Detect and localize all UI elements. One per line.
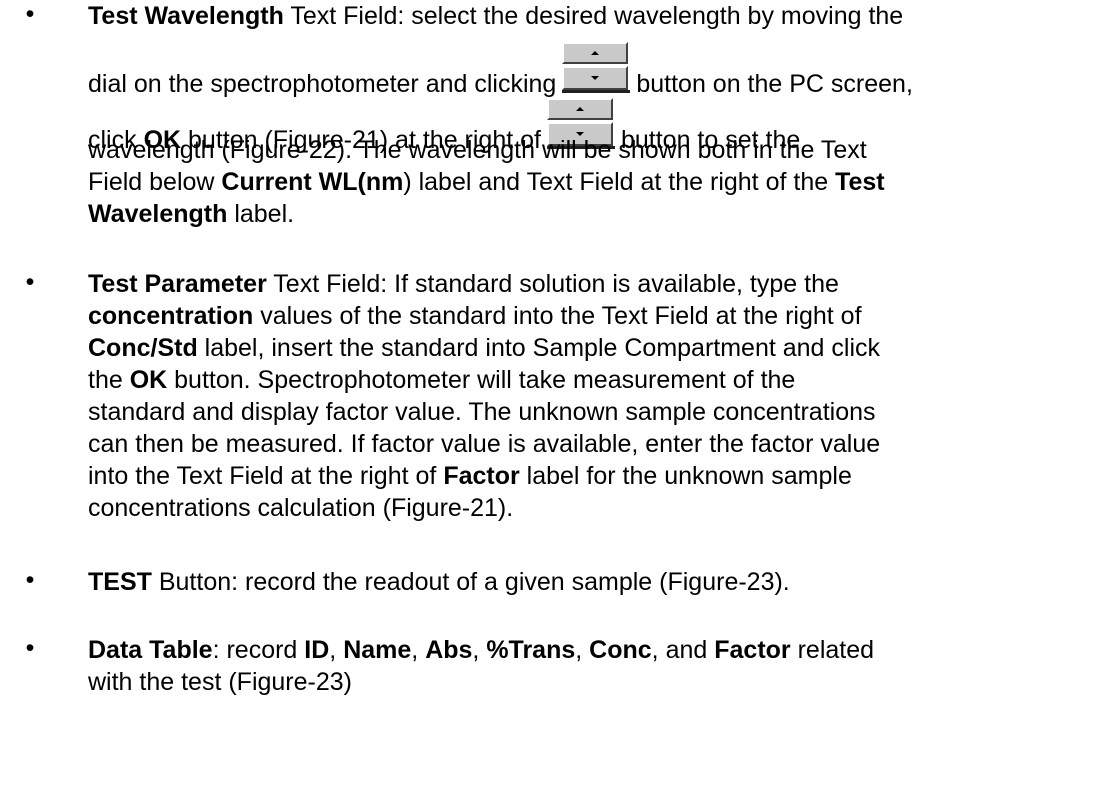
text-line: can then be measured. If factor value is…: [88, 428, 880, 460]
text-run: the: [88, 366, 130, 394]
text-run: related: [790, 636, 875, 664]
bullet: •: [25, 268, 35, 296]
text-run: label, insert the standard into Sample C…: [197, 334, 881, 362]
text-run: ,: [329, 636, 344, 664]
text-line: Field below Current WL(nm) label and Tex…: [88, 166, 885, 198]
text-run: Text Field: If standard solution is avai…: [266, 270, 839, 298]
bullet: •: [25, 634, 35, 662]
bold-term: Test Parameter: [88, 270, 267, 298]
text-run: into the Text Field at the right of: [88, 462, 444, 490]
bold-term: Factor: [714, 636, 791, 664]
bold-term: Test: [835, 168, 885, 196]
spin-button-icon: [562, 42, 631, 93]
text-line: Test Parameter Text Field: If standard s…: [88, 268, 839, 300]
bold-term: Current WL(nm: [221, 168, 404, 196]
text-run: concentrations calculation (Figure-21).: [88, 494, 514, 522]
bold-term: Data Table: [88, 636, 213, 664]
bold-term: Conc: [589, 636, 652, 664]
text-line: Conc/Std label, insert the standard into…: [88, 332, 880, 364]
bold-term: Name: [343, 636, 412, 664]
text-line: click OK button (Figure-21) at the right…: [88, 98, 800, 154]
text-line: Wavelength label.: [88, 198, 294, 230]
text-run: button on the PC screen,: [636, 70, 913, 98]
bullet: •: [25, 566, 35, 594]
text-line: concentration values of the standard int…: [88, 300, 862, 332]
text-run: label for the unknown sample: [519, 462, 852, 490]
bullet: •: [25, 0, 35, 28]
bold-term: Wavelength: [88, 200, 228, 228]
text-line: TEST Button: record the readout of a giv…: [88, 566, 790, 598]
text-run: ) label and Text Field at the right of t…: [403, 168, 836, 196]
text-run: ,: [411, 636, 426, 664]
text-line: dial on the spectrophotometer and clicki…: [88, 42, 913, 98]
text-run: Text Field: select the desired wavelengt…: [283, 2, 904, 30]
text-line: concentrations calculation (Figure-21).: [88, 492, 513, 524]
text-line: standard and display factor value. The u…: [88, 396, 876, 428]
text-run: ,: [472, 636, 487, 664]
text-run: Field below: [88, 168, 222, 196]
text-run: button. Spectrophotometer will take meas…: [167, 366, 796, 394]
document-page: • Test Wavelength Text Field: select the…: [0, 0, 1110, 795]
text-run: with the test (Figure-23): [88, 668, 352, 696]
bold-term: Conc/Std: [88, 334, 198, 362]
text-line: wavelength (Figure-22). The wavelength w…: [88, 134, 867, 166]
text-line: into the Text Field at the right of Fact…: [88, 460, 852, 492]
text-run: : record: [212, 636, 305, 664]
bold-term: concentration: [88, 302, 254, 330]
bold-term: %Trans: [486, 636, 576, 664]
text-run: standard and display factor value. The u…: [88, 398, 876, 426]
text-line: the OK button. Spectrophotometer will ta…: [88, 364, 795, 396]
text-run: label.: [227, 200, 295, 228]
text-line: with the test (Figure-23): [88, 666, 352, 698]
text-run: can then be measured. If factor value is…: [88, 430, 881, 458]
text-run: , and: [651, 636, 715, 664]
text-run: ,: [575, 636, 590, 664]
bold-term: Abs: [425, 636, 473, 664]
text-run: Button: record the readout of a given sa…: [151, 568, 790, 596]
text-run: wavelength (Figure-22). The wavelength w…: [88, 136, 867, 164]
text-line: Test Wavelength Text Field: select the d…: [88, 0, 903, 32]
text-line: Data Table: record ID, Name, Abs, %Trans…: [88, 634, 874, 666]
text-run: values of the standard into the Text Fie…: [253, 302, 862, 330]
bold-term: ID: [304, 636, 330, 664]
bold-term: OK: [129, 366, 168, 394]
bold-term: Factor: [443, 462, 520, 490]
bold-term: TEST: [88, 568, 152, 596]
text-run: dial on the spectrophotometer and clicki…: [88, 70, 557, 98]
bold-term: Test Wavelength: [88, 2, 284, 30]
